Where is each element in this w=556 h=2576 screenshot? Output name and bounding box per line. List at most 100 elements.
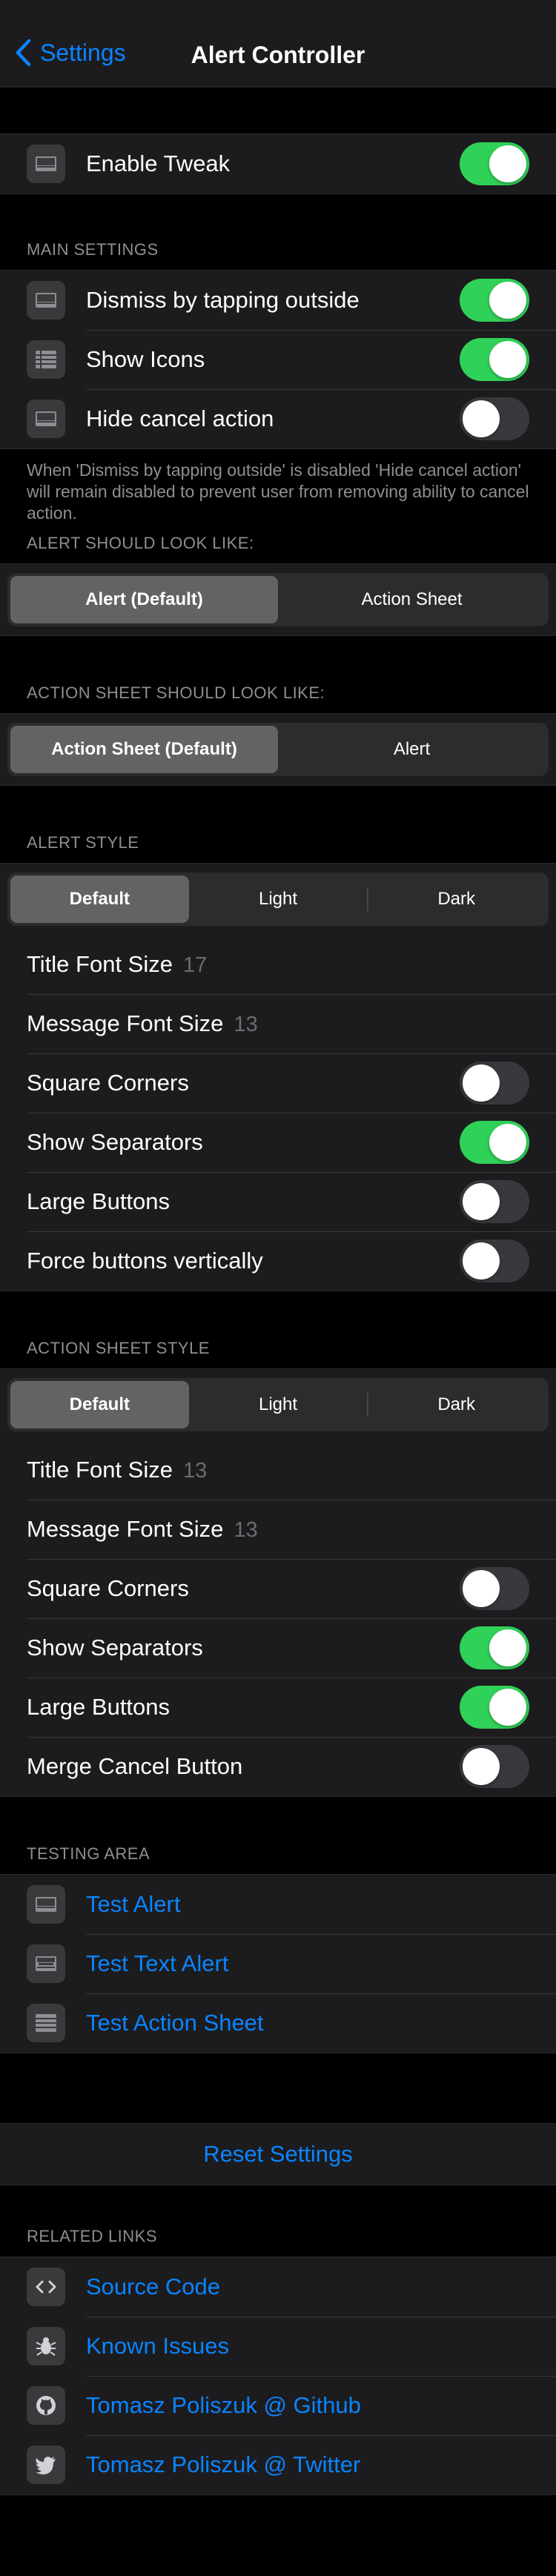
alert-large-buttons-row: Large Buttons [0,1172,556,1231]
twitter-row[interactable]: Tomasz Poliszuk @ Twitter [0,2435,556,2494]
hide-cancel-toggle[interactable] [460,397,529,440]
sheet-title-font-row[interactable]: Title Font Size 13 [0,1440,556,1500]
testing-header: TESTING AREA [27,1844,150,1863]
sheet-merge-cancel-row: Merge Cancel Button [0,1737,556,1796]
sheet-look-group: Action Sheet (Default) Alert [0,713,556,786]
main-settings-footer: When 'Dismiss by tapping outside' is dis… [27,460,529,523]
twitter-icon [27,2446,65,2484]
enable-tweak-row: Enable Tweak [0,134,556,193]
alert-icon [27,281,65,319]
sheet-style-group: Default Light Dark Title Font Size 13 Me… [0,1368,556,1797]
enable-tweak-label: Enable Tweak [86,150,231,176]
links-header: RELATED LINKS [27,2227,158,2245]
sheet-square-corners-label: Square Corners [27,1575,189,1601]
alert-show-separators-row: Show Separators [0,1113,556,1172]
sheet-square-corners-toggle[interactable] [460,1567,529,1610]
sheet-message-font-label: Message Font Size [27,1516,224,1542]
github-icon [27,2386,65,2425]
sheet-look-option-action-sheet[interactable]: Action Sheet (Default) [10,726,278,773]
sheet-style-option-dark[interactable]: Dark [367,1381,546,1428]
sheet-look-header: ACTION SHEET SHOULD LOOK LIKE: [27,683,325,702]
alert-look-option-action-sheet[interactable]: Action Sheet [278,576,546,623]
bug-icon [27,2327,65,2365]
alert-style-segmented-control: Default Light Dark [7,873,549,926]
sheet-large-buttons-label: Large Buttons [27,1694,171,1720]
sheet-large-buttons-toggle[interactable] [460,1686,529,1729]
test-alert-label: Test Alert [86,1891,181,1917]
sheet-square-corners-row: Square Corners [0,1559,556,1618]
alert-title-font-value: 17 [182,953,208,977]
code-icon [27,2268,65,2306]
test-text-alert-row[interactable]: Test Text Alert [0,1934,556,1993]
dismiss-outside-label: Dismiss by tapping outside [86,287,360,313]
reset-settings-button[interactable]: Reset Settings [0,2124,556,2185]
sheet-message-font-row[interactable]: Message Font Size 13 [0,1500,556,1559]
main-settings-header: MAIN SETTINGS [27,240,159,259]
main-settings-group: Dismiss by tapping outside Show Icons Hi… [0,270,556,449]
alert-force-vertical-row: Force buttons vertically [0,1231,556,1291]
alert-style-group: Default Light Dark Title Font Size 17 Me… [0,863,556,1291]
testing-group: Test Alert Test Text Alert Test Action S… [0,1874,556,2053]
sheet-style-option-light[interactable]: Light [189,1381,368,1428]
sheet-merge-cancel-toggle[interactable] [460,1745,529,1788]
alert-large-buttons-label: Large Buttons [27,1188,171,1214]
sheet-style-segmented-control: Default Light Dark [7,1378,549,1431]
list-icon [27,340,65,379]
alert-square-corners-toggle[interactable] [460,1062,529,1105]
sheet-look-segmented-control: Action Sheet (Default) Alert [7,723,549,776]
action-sheet-icon [27,2004,65,2042]
alert-square-corners-row: Square Corners [0,1053,556,1113]
hide-cancel-row: Hide cancel action [0,389,556,448]
alert-message-font-value: 13 [234,1013,258,1036]
test-text-alert-label: Test Text Alert [86,1950,229,1976]
sheet-style-header: ACTION SHEET STYLE [27,1339,210,1357]
sheet-look-option-alert[interactable]: Alert [278,726,546,773]
alert-message-font-label: Message Font Size [27,1010,224,1036]
alert-force-vertical-toggle[interactable] [460,1239,529,1282]
alert-message-font-row[interactable]: Message Font Size 13 [0,994,556,1053]
alert-title-font-row[interactable]: Title Font Size 17 [0,935,556,994]
navigation-bar: Settings Alert Controller [0,0,556,87]
sheet-style-option-default[interactable]: Default [10,1381,189,1428]
alert-look-option-alert[interactable]: Alert (Default) [10,576,278,623]
alert-square-corners-label: Square Corners [27,1070,189,1096]
sheet-title-font-label: Title Font Size [27,1457,173,1483]
test-alert-row[interactable]: Test Alert [0,1875,556,1934]
alert-large-buttons-toggle[interactable] [460,1180,529,1223]
enable-group: Enable Tweak [0,133,556,194]
sheet-show-separators-label: Show Separators [27,1635,203,1661]
show-icons-toggle[interactable] [460,338,529,381]
source-code-label: Source Code [86,2274,220,2299]
known-issues-label: Known Issues [86,2333,229,2359]
alert-style-option-dark[interactable]: Dark [367,875,546,923]
show-icons-row: Show Icons [0,330,556,389]
hide-cancel-label: Hide cancel action [86,405,274,431]
sheet-large-buttons-row: Large Buttons [0,1678,556,1737]
test-action-sheet-label: Test Action Sheet [86,2010,264,2036]
enable-tweak-toggle[interactable] [460,142,529,185]
dismiss-outside-toggle[interactable] [460,279,529,322]
alert-icon [27,400,65,438]
dismiss-outside-row: Dismiss by tapping outside [0,271,556,330]
alert-icon [27,1885,65,1924]
sheet-show-separators-row: Show Separators [0,1618,556,1678]
alert-icon [27,145,65,183]
sheet-merge-cancel-label: Merge Cancel Button [27,1753,243,1779]
sheet-show-separators-toggle[interactable] [460,1626,529,1669]
alert-style-option-light[interactable]: Light [189,875,368,923]
alert-look-group: Alert (Default) Action Sheet [0,563,556,636]
sheet-title-font-value: 13 [182,1459,208,1483]
sheet-message-font-value: 13 [234,1518,258,1542]
alert-look-segmented-control: Alert (Default) Action Sheet [7,573,549,626]
github-label: Tomasz Poliszuk @ Github [86,2392,361,2418]
alert-style-option-default[interactable]: Default [10,875,189,923]
page-title: Alert Controller [191,42,365,68]
test-action-sheet-row[interactable]: Test Action Sheet [0,1993,556,2053]
alert-force-vertical-label: Force buttons vertically [27,1248,263,1274]
text-alert-icon [27,1944,65,1983]
source-code-row[interactable]: Source Code [0,2257,556,2317]
github-row[interactable]: Tomasz Poliszuk @ Github [0,2376,556,2435]
links-group: Source Code Known Issues Tomasz Poliszuk… [0,2257,556,2495]
known-issues-row[interactable]: Known Issues [0,2317,556,2376]
alert-show-separators-toggle[interactable] [460,1121,529,1164]
